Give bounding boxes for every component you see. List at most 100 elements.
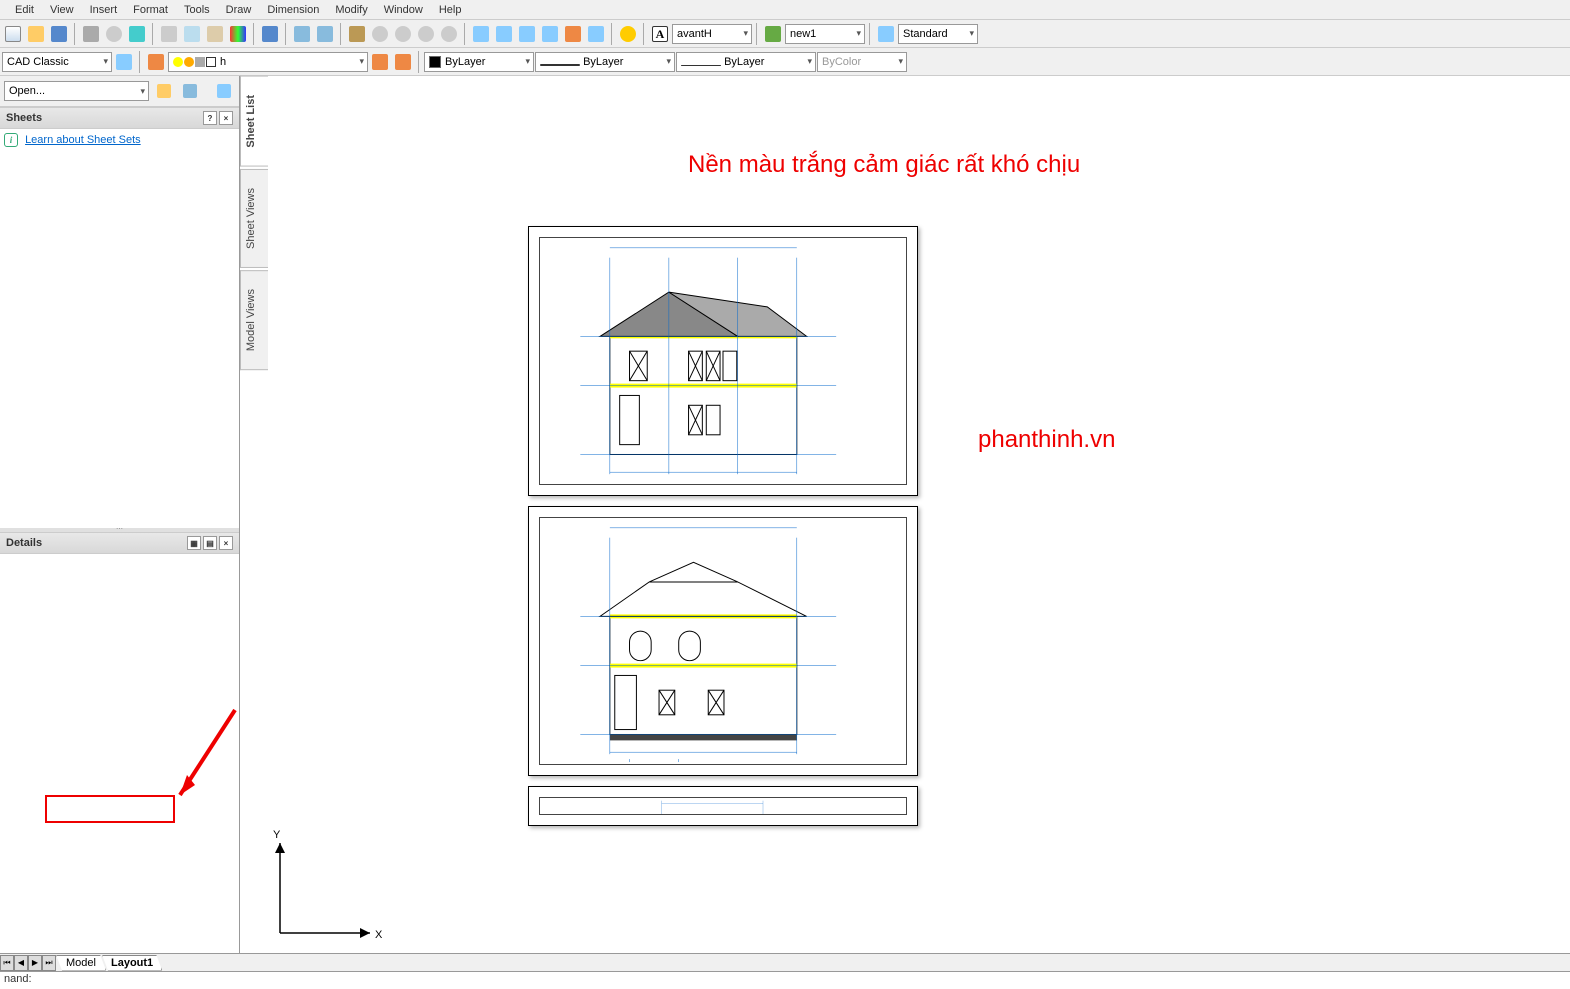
tab-nav-last[interactable]: ⏭ [42,955,56,971]
properties-button[interactable] [470,23,492,45]
details-close-icon[interactable]: × [219,536,233,550]
menu-draw[interactable]: Draw [219,3,259,17]
layer-states-button[interactable] [392,51,414,73]
layer-freeze-icon [184,57,194,67]
drawing-canvas[interactable]: Nền màu trắng cảm giác rất khó chịu phan… [268,76,1570,953]
menu-dimension[interactable]: Dimension [260,3,326,17]
block-editor-button[interactable] [259,23,281,45]
side-tabs: Sheet List Sheet Views Model Views [240,76,268,953]
color-dropdown[interactable]: ByLayer [424,52,534,72]
menu-help[interactable]: Help [432,3,469,17]
house-elevation-3 [540,798,906,814]
tab-sheet-list[interactable]: Sheet List [240,76,268,167]
open-button[interactable] [25,23,47,45]
zoom-realtime-button[interactable] [369,23,391,45]
sheets-help-icon[interactable]: ? [203,111,217,125]
sheets-section-header: Sheets ? × [0,107,239,129]
layer-lock-icon [195,57,205,67]
menu-insert[interactable]: Insert [83,3,125,17]
workspace-dropdown[interactable]: CAD Classic [2,52,112,72]
redo-button[interactable] [314,23,336,45]
sheets-header-label: Sheets [6,112,42,124]
publish-button[interactable] [126,23,148,45]
color-swatch [429,56,441,68]
plot-preview-button[interactable] [103,23,125,45]
panel-refresh-button[interactable] [179,80,201,102]
layer-properties-button[interactable] [145,51,167,73]
tab-nav-prev[interactable]: ◀ [14,955,28,971]
text-style-icon[interactable]: A [649,23,671,45]
undo-button[interactable] [291,23,313,45]
svg-text:Y: Y [273,829,281,841]
sheet-set-dropdown[interactable]: Open... [4,81,149,101]
layer-color-icon [206,57,216,67]
linetype-preview-icon [540,64,580,66]
panel-new-button[interactable] [153,80,175,102]
quickcalc-button[interactable] [585,23,607,45]
layer-dropdown[interactable]: h [168,52,368,72]
zoom-extents-button[interactable] [438,23,460,45]
tab-nav-next[interactable]: ▶ [28,955,42,971]
lineweight-dropdown[interactable]: ByLayer [676,52,816,72]
command-line[interactable]: nand: [0,971,1570,989]
learn-sheet-sets-link[interactable]: Learn about Sheet Sets [25,134,141,146]
menu-format[interactable]: Format [126,3,175,17]
save-button[interactable] [48,23,70,45]
design-center-button[interactable] [493,23,515,45]
table-style-dropdown[interactable]: Standard [898,24,978,44]
panel-toolbar: Open... [0,76,239,107]
menu-view[interactable]: View [43,3,81,17]
layer-previous-button[interactable] [369,51,391,73]
viewport-2 [539,517,907,765]
markup-set-button[interactable] [562,23,584,45]
svg-text:X: X [375,929,383,941]
dim-style-icon[interactable] [762,23,784,45]
viewport-1 [539,237,907,485]
tab-layout1[interactable]: Layout1 [102,955,162,971]
annotation-watermark: phanthinh.vn [978,426,1115,454]
panel-publish-button[interactable] [213,80,235,102]
pan-button[interactable] [346,23,368,45]
tab-sheet-views[interactable]: Sheet Views [240,169,268,268]
zoom-window-button[interactable] [392,23,414,45]
details-header-label: Details [6,537,42,549]
annotation-arrow [165,700,245,810]
tab-model-views[interactable]: Model Views [240,270,268,370]
sheets-close-icon[interactable]: × [219,111,233,125]
text-style-dropdown[interactable]: avantH [672,24,752,44]
workspace-settings-button[interactable] [113,51,135,73]
tool-palettes-button[interactable] [516,23,538,45]
menu-edit[interactable]: Edit [8,3,41,17]
paste-button[interactable] [204,23,226,45]
main-area: Open... Sheets ? × i Learn about Sheet S… [0,76,1570,953]
menu-modify[interactable]: Modify [328,3,374,17]
zoom-previous-button[interactable] [415,23,437,45]
tab-model[interactable]: Model [56,955,106,971]
sheets-body: i Learn about Sheet Sets [0,129,239,528]
lineweight-preview-icon [681,65,721,66]
details-section-header: Details ▦ ▤ × [0,532,239,554]
ucs-icon: Y X [270,823,390,943]
cut-button[interactable] [158,23,180,45]
menu-bar: Edit View Insert Format Tools Draw Dimen… [0,0,1570,20]
tab-nav-first[interactable]: ⏮ [0,955,14,971]
match-properties-button[interactable] [227,23,249,45]
dim-style-dropdown[interactable]: new1 [785,24,865,44]
details-list-icon[interactable]: ▤ [203,536,217,550]
house-elevation-2 [540,518,906,764]
plotstyle-dropdown[interactable]: ByColor [817,52,907,72]
print-button[interactable] [80,23,102,45]
copy-button[interactable] [181,23,203,45]
sheet-set-manager-button[interactable] [539,23,561,45]
menu-window[interactable]: Window [377,3,430,17]
linetype-dropdown[interactable]: ByLayer [535,52,675,72]
paper-sheet-2 [528,506,918,776]
table-style-icon[interactable] [875,23,897,45]
menu-tools[interactable]: Tools [177,3,217,17]
layer-on-icon [173,57,183,67]
info-icon: i [4,133,18,147]
help-button[interactable] [617,23,639,45]
paper-sheet-1 [528,226,918,496]
new-button[interactable] [2,23,24,45]
details-thumb-icon[interactable]: ▦ [187,536,201,550]
